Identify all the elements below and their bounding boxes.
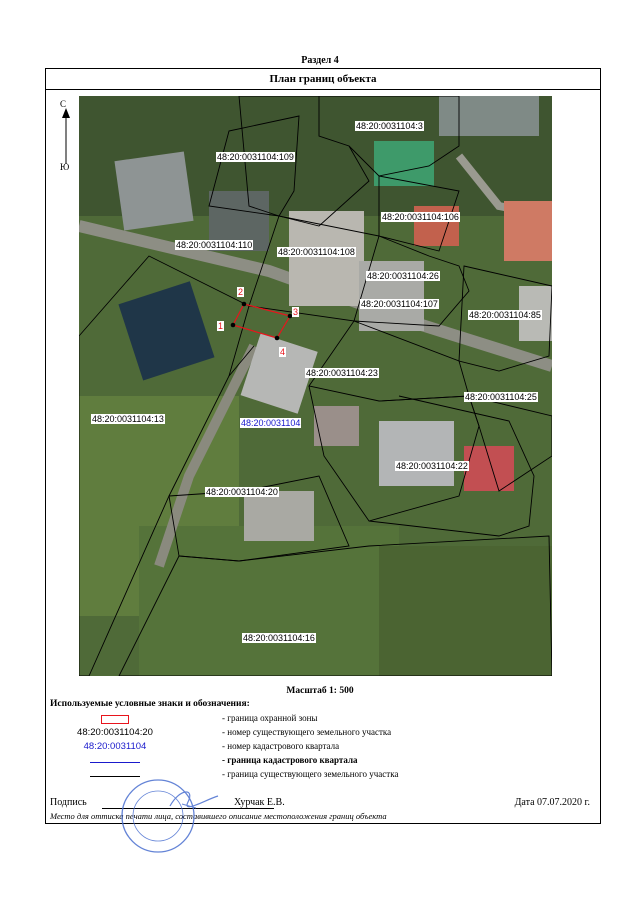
parcel-label[interactable]: 48:20:0031104:109 xyxy=(216,152,295,162)
parcel-label[interactable]: 48:20:0031104:26 xyxy=(366,271,440,281)
parcel-label[interactable]: 48:20:0031104:107 xyxy=(360,299,439,309)
point-2-marker xyxy=(241,301,247,307)
legend-row-zone: - граница охранной зоны xyxy=(50,713,590,727)
legend-row-quarter-number: 48:20:0031104 - номер кадастрового кварт… xyxy=(50,741,590,755)
parcel-label[interactable]: 48:20:0031104:106 xyxy=(381,212,460,222)
quarter-label[interactable]: 48:20:0031104 xyxy=(240,418,302,428)
legend-text: - номер существующего земельного участка xyxy=(222,727,392,737)
zone-boundary-swatch xyxy=(50,713,180,727)
quarter-boundary-swatch xyxy=(50,755,180,769)
seal-stamp-icon xyxy=(121,779,219,853)
point-label: 4 xyxy=(279,347,287,357)
building xyxy=(379,421,454,486)
legend-title: Используемые условные знаки и обозначени… xyxy=(50,699,250,709)
signature-date: Дата 07.07.2020 г. xyxy=(514,797,590,808)
scale-text: Масштаб 1: 500 xyxy=(286,686,354,696)
signature-label: Подпись xyxy=(50,797,87,808)
point-label: 3 xyxy=(292,307,300,317)
legend-row-quarter-boundary: - граница кадастрового квартала xyxy=(50,755,590,769)
building xyxy=(114,151,194,231)
parcel-label[interactable]: 48:20:0031104:110 xyxy=(175,240,254,250)
parcel-label[interactable]: 48:20:0031104:16 xyxy=(242,633,316,643)
building xyxy=(374,141,434,186)
point-4-marker xyxy=(274,335,280,341)
legend-text: - граница охранной зоны xyxy=(222,713,318,723)
parcel-label[interactable]: 48:20:0031104:23 xyxy=(305,368,379,378)
parcel-label[interactable]: 48:20:0031104:85 xyxy=(468,310,542,320)
parcel-label[interactable]: 48:20:0031104:20 xyxy=(205,487,279,497)
parcel-label[interactable]: 48:20:0031104:25 xyxy=(464,392,538,402)
satellite-map[interactable]: С Ю 48:20:0031104:3 48:20:0031104:109 48… xyxy=(79,96,552,676)
legend-text: - номер кадастрового квартала xyxy=(222,741,340,751)
plan-title: План границ объекта xyxy=(45,68,601,90)
parcel-label[interactable]: 48:20:0031104:108 xyxy=(277,247,356,257)
legend-symbol: 48:20:0031104 xyxy=(83,741,147,752)
building xyxy=(504,201,552,261)
legend-symbol: 48:20:0031104:20 xyxy=(77,727,153,738)
building xyxy=(244,491,314,541)
point-label: 1 xyxy=(217,321,225,331)
legend-row-parcel-number: 48:20:0031104:20 - номер существующего з… xyxy=(50,727,590,741)
building xyxy=(439,96,539,136)
parcel-label[interactable]: 48:20:0031104:13 xyxy=(91,414,165,424)
signer-name: Хурчак Е.В. xyxy=(234,797,285,808)
legend-text: - граница кадастрового квартала xyxy=(222,755,358,765)
parcel-label[interactable]: 48:20:0031104:22 xyxy=(395,461,469,471)
section-title: Раздел 4 xyxy=(301,55,339,66)
parcel-label[interactable]: 48:20:0031104:3 xyxy=(355,121,424,131)
point-label: 2 xyxy=(237,287,245,297)
point-1-marker xyxy=(230,322,236,328)
legend-text: - граница существующего земельного участ… xyxy=(222,769,399,779)
compass-arrow-icon xyxy=(62,108,70,164)
